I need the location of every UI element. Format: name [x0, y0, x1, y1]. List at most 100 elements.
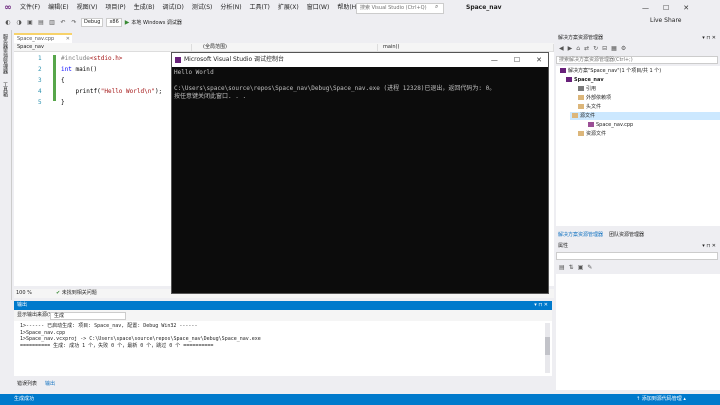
code-line: } — [61, 99, 65, 106]
minimize-icon[interactable]: — — [491, 53, 498, 67]
build-status: 生成成功 — [14, 396, 35, 402]
menu-analyze[interactable]: 分析(N) — [216, 0, 245, 16]
output-toolbar: 显示输出来源(S): 生成 — [14, 310, 552, 321]
forward-icon[interactable]: ◑ — [15, 19, 23, 26]
maximize-icon[interactable]: ☐ — [514, 53, 520, 67]
tab-output[interactable]: 输出 — [45, 380, 55, 389]
menu-window[interactable]: 窗口(W) — [303, 0, 334, 16]
menu-edit[interactable]: 编辑(E) — [44, 0, 72, 16]
output-text-area[interactable]: 1>------ 已启动生成: 项目: Space_nav, 配置: Debug… — [14, 321, 552, 376]
member-dropdown[interactable]: main() — [380, 44, 554, 51]
platform-dropdown[interactable]: x86 — [106, 17, 122, 27]
solution-explorer-controls[interactable]: ▾ ⊓ ✕ — [702, 34, 716, 42]
save-all-icon[interactable]: ▥ — [48, 19, 56, 26]
toolbox-tab[interactable]: 工具箱 — [2, 82, 9, 97]
tree-item-resource-files[interactable]: 资源文件 — [578, 130, 606, 138]
console-output: Hello World C:\Users\space\source\repos\… — [174, 69, 496, 100]
maximize-icon[interactable]: ☐ — [663, 4, 669, 12]
server-explorer-tab[interactable]: 服务器资源管理器 — [2, 34, 9, 74]
output-log: 1>------ 已启动生成: 项目: Space_nav, 配置: Debug… — [20, 323, 261, 349]
output-source-dropdown[interactable]: 生成 — [50, 312, 126, 320]
tree-item-source-files[interactable]: 源文件 — [572, 112, 595, 120]
tab-error-list[interactable]: 错误列表 — [17, 380, 37, 389]
close-icon[interactable]: ✕ — [683, 4, 689, 12]
console-app-icon — [175, 57, 181, 63]
line-number: 5 — [38, 99, 42, 106]
menu-project[interactable]: 项目(P) — [101, 0, 129, 16]
menu-view[interactable]: 视图(V) — [73, 0, 102, 16]
editor-tab-space-nav-cpp[interactable]: Space_nav.cpp ✕ — [14, 33, 72, 43]
vs-search-input[interactable]: 搜索 Visual Studio (Ctrl+Q) — [356, 3, 444, 14]
code-line: int main() — [61, 66, 98, 73]
menu-build[interactable]: 生成(B) — [130, 0, 159, 16]
sync-icon[interactable]: ⇄ — [584, 45, 589, 52]
scroll-thumb[interactable] — [545, 337, 550, 355]
references-icon — [578, 86, 584, 91]
code-line: printf("Hello World\n"); — [61, 88, 163, 95]
folder-icon — [578, 131, 584, 136]
solution-explorer-title-label: 解决方案资源管理器 — [558, 35, 604, 41]
properties-title-label: 属性 — [558, 243, 569, 249]
tree-item-references[interactable]: 引用 — [578, 85, 596, 93]
property-pages-icon[interactable]: ▣ — [578, 264, 584, 271]
solution-name-title: Space_nav — [466, 4, 502, 11]
project-icon — [566, 77, 572, 82]
back-icon[interactable]: ◐ — [4, 19, 12, 26]
output-title: 输出 — [17, 302, 28, 308]
show-all-icon[interactable]: ▦ — [611, 45, 617, 52]
forward-icon[interactable]: ▶ — [568, 45, 573, 52]
properties-title: 属性 ▾ ⊓ ✕ — [556, 242, 720, 250]
refresh-icon[interactable]: ↻ — [593, 45, 598, 52]
categorized-icon[interactable]: ▤ — [559, 264, 565, 271]
close-icon[interactable]: ✕ — [536, 53, 542, 67]
scope-dropdown[interactable]: (全局范围) — [200, 44, 378, 51]
project-dropdown[interactable]: Space_nav — [14, 44, 192, 51]
alphabetical-icon[interactable]: ⇅ — [569, 264, 574, 271]
code-line: #include<stdio.h> — [61, 55, 123, 62]
output-scrollbar[interactable] — [545, 323, 550, 373]
minimize-icon[interactable]: — — [642, 4, 649, 12]
menu-debug[interactable]: 调试(D) — [159, 0, 188, 16]
wrench-icon[interactable]: ✎ — [587, 264, 592, 271]
console-scrollbar[interactable] — [540, 67, 547, 293]
tab-solution-explorer[interactable]: 解决方案资源管理器 — [558, 231, 603, 239]
undo-icon[interactable]: ↶ — [59, 19, 67, 26]
console-title: Microsoft Visual Studio 调试控制台 — [184, 56, 285, 63]
output-panel-controls[interactable]: ▾ ⊓ ✕ — [534, 301, 548, 310]
zoom-level[interactable]: 100 % — [16, 289, 32, 298]
debug-console-window[interactable]: Microsoft Visual Studio 调试控制台 — ☐ ✕ Hell… — [171, 52, 549, 294]
line-number: 4 — [38, 88, 42, 95]
check-icon: ✔ — [56, 290, 61, 296]
start-debugging-button[interactable]: ▶ 本地 Windows 调试器 — [125, 19, 182, 26]
menu-extensions[interactable]: 扩展(X) — [274, 0, 303, 16]
folder-icon — [578, 104, 584, 109]
redo-icon[interactable]: ↷ — [70, 19, 78, 26]
line-number: 2 — [38, 66, 42, 73]
properties-icon[interactable]: ⚙ — [621, 45, 626, 52]
tree-item-header-files[interactable]: 头文件 — [578, 103, 601, 111]
properties-controls[interactable]: ▾ ⊓ ✕ — [702, 242, 716, 250]
tree-item-external-deps[interactable]: 外部依赖项 — [578, 94, 611, 102]
folder-icon — [572, 113, 578, 118]
back-icon[interactable]: ◀ — [559, 45, 564, 52]
console-title-bar[interactable]: Microsoft Visual Studio 调试控制台 — ☐ ✕ — [172, 53, 548, 67]
save-icon[interactable]: ▤ — [37, 19, 45, 26]
new-item-icon[interactable]: ▣ — [26, 19, 34, 26]
menu-test[interactable]: 测试(S) — [188, 0, 217, 16]
issues-indicator[interactable]: ✔ 未找到相关问题 — [56, 289, 97, 298]
live-share-button[interactable]: Live Share — [650, 17, 681, 24]
configuration-dropdown[interactable]: Debug — [81, 17, 104, 27]
tree-item-solution[interactable]: 解决方案"Space_nav"(1 个项目/共 1 个) — [560, 67, 661, 75]
tree-item-space-nav-cpp[interactable]: Space_nav.cpp — [588, 121, 633, 129]
properties-object-dropdown[interactable] — [556, 252, 718, 260]
solution-explorer-search-input[interactable]: 搜索解决方案资源管理器(Ctrl+;) — [556, 56, 718, 64]
tab-close-icon[interactable]: ✕ — [66, 35, 70, 43]
tree-item-project[interactable]: Space_nav — [566, 76, 604, 84]
menu-tools[interactable]: 工具(T) — [246, 0, 274, 16]
tab-team-explorer[interactable]: 团队资源管理器 — [609, 231, 644, 239]
collapse-icon[interactable]: ⊟ — [602, 45, 607, 52]
menu-file[interactable]: 文件(F) — [16, 0, 44, 16]
add-to-source-control-button[interactable]: ↑ 添加到源代码管理 ▴ — [636, 394, 686, 405]
home-icon[interactable]: ⌂ — [576, 45, 580, 52]
bottom-tabs: 错误列表 输出 — [14, 380, 552, 389]
